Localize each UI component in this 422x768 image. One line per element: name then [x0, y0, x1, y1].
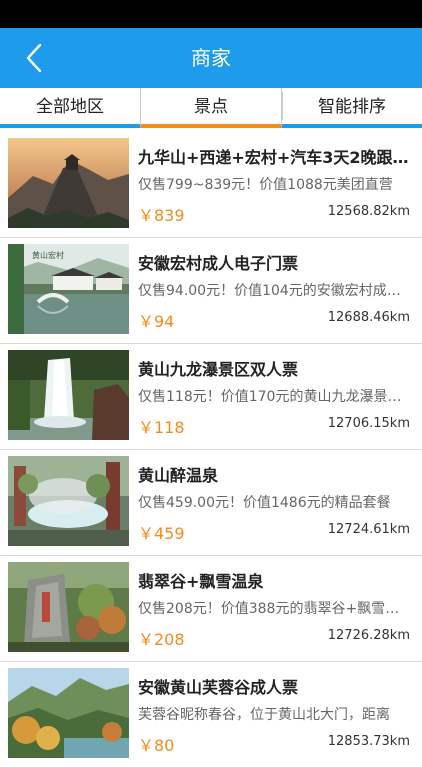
- item-thumbnail: [8, 350, 129, 440]
- item-price: ￥208: [138, 630, 185, 649]
- item-thumbnail: [8, 456, 129, 546]
- item-description: 仅售459.00元！价值1486元的精品套餐: [138, 495, 391, 511]
- item-price: ￥94: [138, 312, 175, 331]
- item-title: 黄山醉温泉: [138, 466, 219, 485]
- item-thumbnail: [8, 138, 129, 228]
- back-button[interactable]: [14, 38, 54, 78]
- app-header: 商家: [0, 28, 422, 88]
- status-bar: [0, 0, 422, 28]
- item-price: ￥80: [138, 736, 175, 755]
- item-description: 仅售94.00元！价值104元的安徽宏村成人电子门票: [138, 283, 410, 299]
- thumb-caption: 黄山宏村: [32, 250, 64, 260]
- item-distance: 12688.46km: [327, 310, 410, 325]
- item-title: 九华山+西递+宏村+汽车3天2晚跟团游: [138, 148, 412, 167]
- item-price: ￥118: [138, 418, 185, 437]
- item-description: 芙蓉谷昵称春谷，位于黄山北大门，距离: [138, 707, 390, 723]
- item-description: 仅售208元！价值388元的翡翠谷+飘雪温泉门票: [138, 601, 410, 617]
- tab-scenic-spots[interactable]: 景点: [140, 88, 282, 128]
- tab-smart-sort[interactable]: 智能排序: [282, 88, 422, 128]
- item-distance: 12726.28km: [327, 628, 410, 643]
- item-price: ￥459: [138, 524, 185, 543]
- list-item[interactable]: 九华山+西递+宏村+汽车3天2晚跟团游 仅售799~839元！价值1088元美团…: [0, 132, 422, 238]
- chevron-left-icon: [26, 43, 42, 73]
- item-title: 安徽黄山芙蓉谷成人票: [138, 678, 299, 697]
- filter-tabs: 全部地区 景点 智能排序: [0, 88, 422, 128]
- item-distance: 12724.61km: [327, 522, 410, 537]
- item-distance: 12568.82km: [327, 204, 410, 219]
- list-item[interactable]: 安徽黄山芙蓉谷成人票 芙蓉谷昵称春谷，位于黄山北大门，距离 ￥80 12853.…: [0, 662, 422, 768]
- item-title: 黄山九龙瀑景区双人票: [138, 360, 299, 379]
- tab-all-regions[interactable]: 全部地区: [0, 88, 140, 128]
- list-item[interactable]: 翡翠谷+飘雪温泉 仅售208元！价值388元的翡翠谷+飘雪温泉门票 ￥208 1…: [0, 556, 422, 662]
- item-title: 翡翠谷+飘雪温泉: [138, 572, 264, 591]
- list-item[interactable]: 黄山醉温泉 仅售459.00元！价值1486元的精品套餐 ￥459 12724.…: [0, 450, 422, 556]
- page-title: 商家: [191, 46, 231, 70]
- item-distance: 12706.15km: [327, 416, 410, 431]
- merchant-list: 九华山+西递+宏村+汽车3天2晚跟团游 仅售799~839元！价值1088元美团…: [0, 132, 422, 768]
- item-description: 仅售118元！价值170元的黄山九龙瀑景区双人票: [138, 389, 410, 405]
- item-price: ￥839: [138, 206, 185, 225]
- item-distance: 12853.73km: [327, 734, 410, 749]
- item-title: 安徽宏村成人电子门票: [138, 254, 299, 273]
- item-thumbnail: [8, 668, 129, 758]
- item-thumbnail: 黄山宏村: [8, 244, 129, 334]
- item-thumbnail: [8, 562, 129, 652]
- item-description: 仅售799~839元！价值1088元美团直营: [138, 177, 393, 193]
- list-item[interactable]: 黄山宏村 安徽宏村成人电子门票 仅售94.00元！价值104元的安徽宏村成人电子…: [0, 238, 422, 344]
- list-item[interactable]: 黄山九龙瀑景区双人票 仅售118元！价值170元的黄山九龙瀑景区双人票 ￥118…: [0, 344, 422, 450]
